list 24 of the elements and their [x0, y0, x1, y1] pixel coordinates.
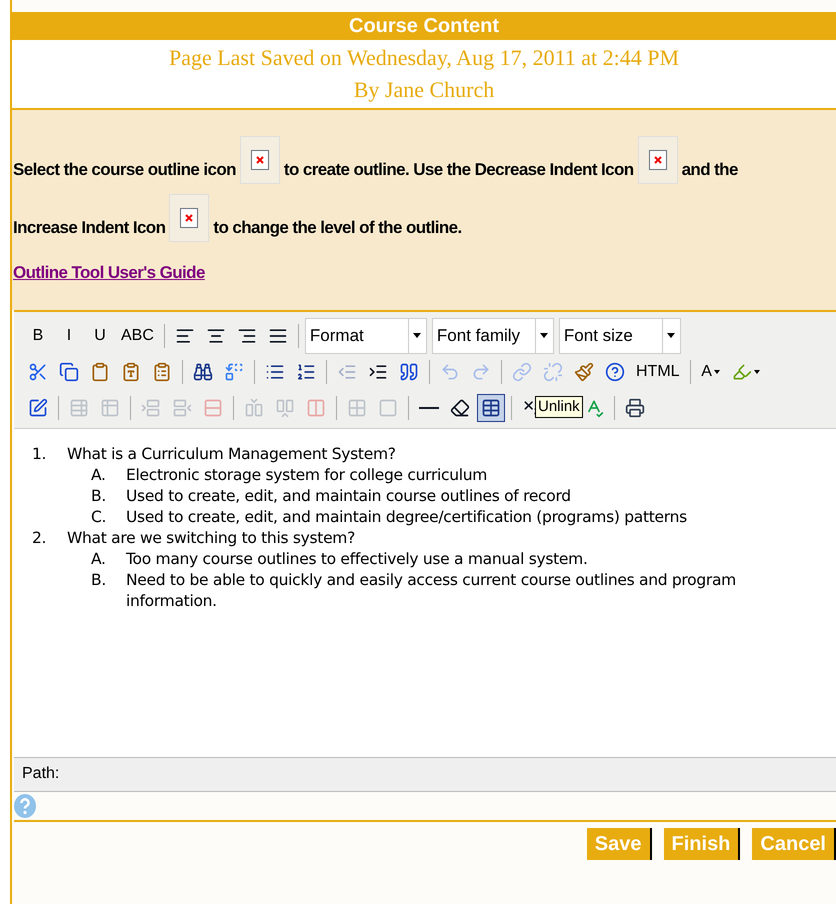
- list-marker: B.: [91, 570, 107, 590]
- list-item-text: What are we switching to this system?: [67, 528, 356, 548]
- list-item-text: Used to create, edit, and maintain degree/certification (programs) patterns: [126, 506, 688, 528]
- list-marker: A.: [91, 548, 107, 570]
- tooltip: Unlink: [535, 396, 583, 418]
- instruction-text: Select the course outline icon: [13, 158, 236, 180]
- list-marker: C.: [91, 506, 108, 528]
- list-item-text: Electronic storage system for college curriculum: [126, 464, 488, 486]
- list-marker: B.: [91, 486, 107, 506]
- instruction-text: to create outline. Use the Decrease Indent Icon: [284, 158, 634, 180]
- list-item-text: Need to be able to quickly and easily access current course outlines and program information.: [126, 570, 737, 612]
- list-item-text: What is a Curriculum Management System?: [67, 444, 397, 464]
- instruction-text: to change the level of the outline.: [213, 216, 462, 239]
- instruction-text: and the: [682, 158, 738, 180]
- path-label: Path:: [22, 764, 60, 784]
- header-bar: Course Content: [12, 12, 836, 40]
- instruction-text: Increase Indent Icon: [13, 216, 166, 238]
- list-marker: 1.: [32, 444, 48, 464]
- list-marker: A.: [91, 464, 107, 486]
- list-marker: 2.: [32, 528, 48, 548]
- saved-info-text: By Jane Church: [354, 76, 494, 104]
- list-item-text: Too many course outlines to effectively use a manual system.: [126, 548, 589, 570]
- saved-info-text: Page Last Saved on Wednesday, Aug 17, 2011 at 2:44 PM: [168, 44, 680, 72]
- list-item-text: Used to create, edit, and maintain course outlines of record: [126, 486, 572, 506]
